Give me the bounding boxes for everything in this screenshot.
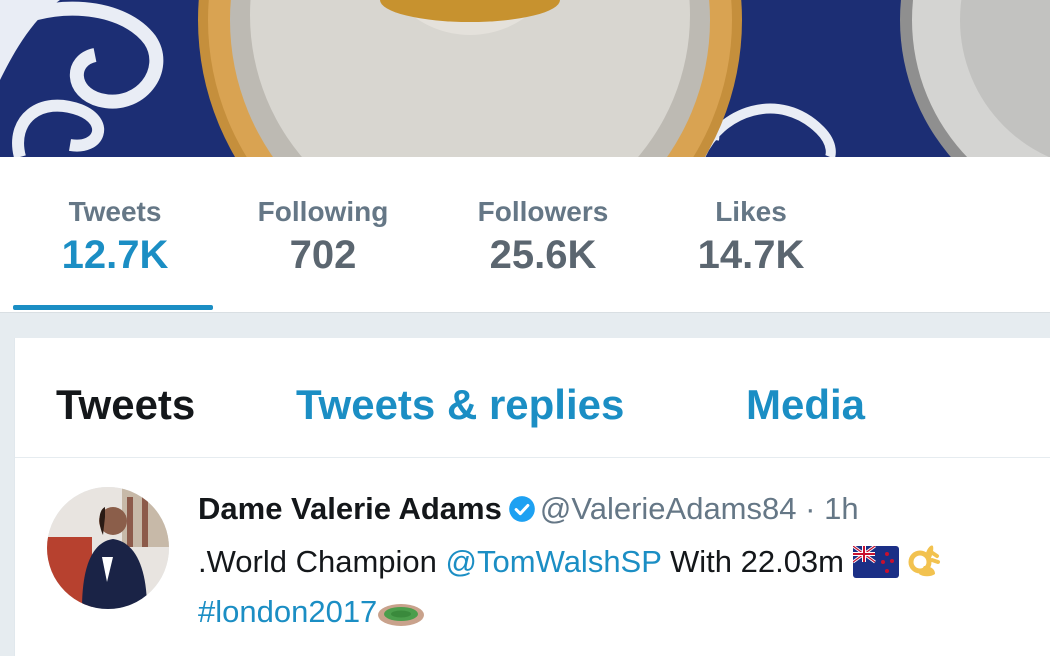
stat-following[interactable]: Following 702 [248,195,398,279]
tweet-header: Dame Valerie Adams @ValerieAdams84 · 1h [198,489,859,529]
banner-medal-image [0,0,1050,157]
timeline-card: Tweets Tweets & replies Media Dame Valer… [14,338,1050,656]
display-name[interactable]: Dame Valerie Adams [198,491,502,526]
tab-tweets[interactable]: Tweets [56,380,195,430]
stat-likes[interactable]: Likes 14.7K [686,195,816,279]
stat-likes-label: Likes [715,196,787,227]
tab-media[interactable]: Media [746,380,865,430]
tweet-text-line-2: #london2017 [198,587,1048,637]
tweet-text-prefix: .World Champion [198,544,437,579]
user-handle[interactable]: @ValerieAdams84 [540,491,797,526]
profile-banner [0,0,1050,157]
header-separator: · [805,491,816,526]
tweet-mention-link[interactable]: @TomWalshSP [446,544,662,579]
stadium-icon [378,604,425,626]
stat-tweets-value: 12.7K [61,233,169,277]
tweet-hashtag-link[interactable]: #london2017 [198,594,377,629]
avatar-photo [47,487,169,609]
stat-tweets-label: Tweets [68,196,162,227]
stat-followers-value: 25.6K [489,233,597,277]
tweet-text-suffix: With 22.03m [669,544,844,579]
ok-hand-icon [908,545,941,577]
tweet-text: .World Champion @TomWalshSP With 22.03m [198,537,1048,637]
tweet[interactable]: Dame Valerie Adams @ValerieAdams84 · 1h .… [15,459,1050,656]
timeline-tabs: Tweets Tweets & replies Media [15,338,1050,458]
stat-followers[interactable]: Followers 25.6K [467,195,619,279]
stat-likes-value: 14.7K [697,233,805,277]
verified-badge-icon [509,496,535,522]
stat-tweets[interactable]: Tweets 12.7K [50,195,180,279]
active-stat-underline [13,305,213,310]
tweet-text-line-1: .World Champion @TomWalshSP With 22.03m [198,537,1048,587]
tweet-timestamp[interactable]: 1h [824,491,858,526]
new-zealand-flag-icon [852,546,899,578]
avatar[interactable] [47,487,169,609]
tab-tweets-and-replies[interactable]: Tweets & replies [296,380,624,430]
stat-following-value: 702 [289,233,357,277]
stat-following-label: Following [257,196,389,227]
profile-stats-nav: Tweets 12.7K Following 702 Followers 25.… [0,157,1050,313]
stat-followers-label: Followers [477,196,609,227]
